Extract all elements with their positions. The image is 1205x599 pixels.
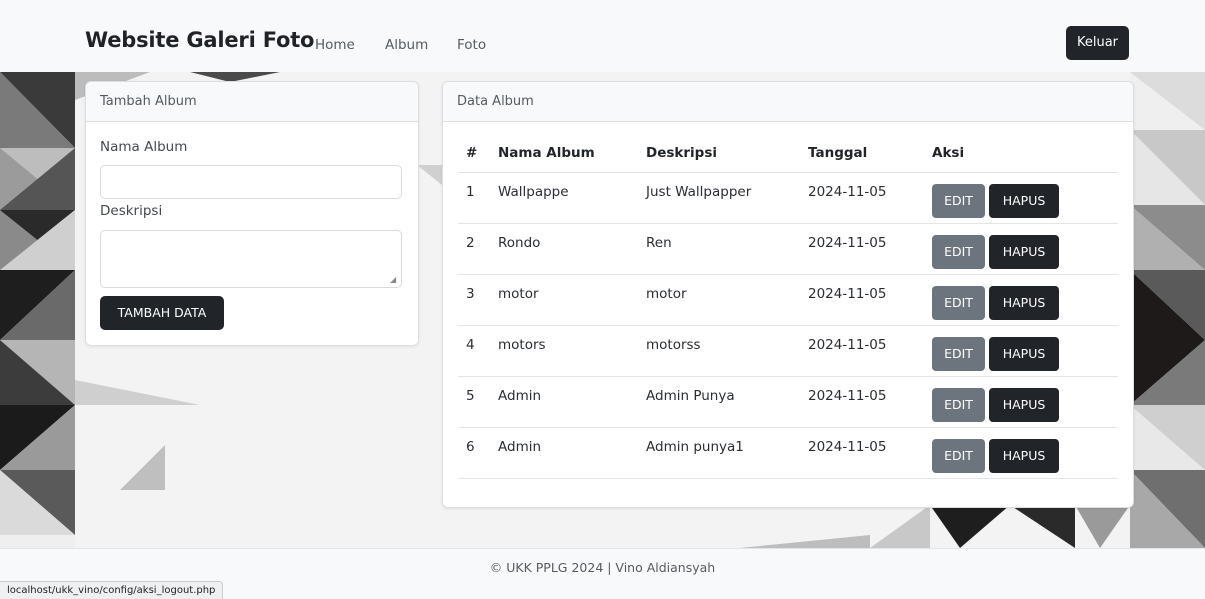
- column-header-description: Deskripsi: [638, 134, 800, 173]
- album-name-cell: Admin: [498, 439, 542, 455]
- album-description-cell: Admin punya1: [646, 439, 744, 455]
- row-number: 1: [466, 184, 475, 200]
- column-header-number: #: [458, 134, 490, 173]
- navbar: Website Galeri Foto Home Album Foto Kelu…: [0, 0, 1205, 72]
- row-number: 3: [466, 286, 475, 302]
- album-name-cell: Rondo: [498, 235, 541, 251]
- album-date-cell: 2024-11-05: [808, 235, 887, 251]
- album-description-cell: motor: [646, 286, 687, 302]
- column-header-date: Tanggal: [800, 134, 924, 173]
- nav-link-home[interactable]: Home: [315, 37, 355, 53]
- table-row: 3 motor motor 2024-11-05 EDIT HAPUS: [458, 274, 1118, 326]
- album-name-cell: Admin: [498, 388, 542, 404]
- edit-button[interactable]: EDIT: [932, 184, 985, 218]
- row-number: 6: [466, 439, 475, 455]
- album-date-cell: 2024-11-05: [808, 337, 887, 353]
- album-description-cell: motorss: [646, 337, 701, 353]
- table-row: 5 Admin Admin Punya 2024-11-05 EDIT HAPUS: [458, 376, 1118, 428]
- brand-title[interactable]: Website Galeri Foto: [85, 28, 314, 52]
- album-table: # Nama Album Deskripsi Tanggal Aksi 1 Wa…: [458, 134, 1118, 479]
- album-description-cell: Admin Punya: [646, 388, 735, 404]
- album-description-cell: Ren: [646, 235, 672, 251]
- album-data-card-header: Data Album: [443, 82, 1133, 122]
- delete-button[interactable]: HAPUS: [989, 388, 1059, 422]
- add-album-card-header: Tambah Album: [86, 82, 418, 122]
- nav-link-foto[interactable]: Foto: [457, 37, 486, 53]
- nav-link-album[interactable]: Album: [385, 37, 428, 53]
- delete-button[interactable]: HAPUS: [989, 235, 1059, 269]
- edit-button[interactable]: EDIT: [932, 439, 985, 473]
- album-name-label: Nama Album: [100, 139, 188, 155]
- description-label: Deskripsi: [100, 203, 163, 219]
- table-row: 6 Admin Admin punya1 2024-11-05 EDIT HAPU…: [458, 427, 1118, 479]
- row-number: 2: [466, 235, 475, 251]
- row-number: 5: [466, 388, 475, 404]
- row-number: 4: [466, 337, 475, 353]
- footer-copyright: © UKK PPLG 2024 | Vino Aldiansyah: [489, 560, 716, 575]
- album-name-input[interactable]: [100, 165, 402, 199]
- album-name-cell: motors: [498, 337, 546, 353]
- description-textarea[interactable]: ◢: [100, 230, 402, 288]
- album-date-cell: 2024-11-05: [808, 286, 887, 302]
- page: Website Galeri Foto Home Album Foto Kelu…: [0, 0, 1205, 599]
- table-row: 1 Wallpappe Just Wallpapper 2024-11-05 E…: [458, 172, 1118, 224]
- add-album-card: Tambah Album Nama Album Deskripsi ◢ TAMB…: [85, 81, 419, 346]
- album-description-cell: Just Wallpapper: [646, 184, 752, 200]
- resize-grip-icon[interactable]: ◢: [390, 276, 398, 284]
- album-date-cell: 2024-11-05: [808, 439, 887, 455]
- logout-button[interactable]: Keluar: [1066, 26, 1129, 60]
- edit-button[interactable]: EDIT: [932, 388, 985, 422]
- album-date-cell: 2024-11-05: [808, 184, 887, 200]
- delete-button[interactable]: HAPUS: [989, 337, 1059, 371]
- column-header-actions: Aksi: [924, 134, 1118, 173]
- album-name-cell: motor: [498, 286, 539, 302]
- delete-button[interactable]: HAPUS: [989, 439, 1059, 473]
- table-row: 2 Rondo Ren 2024-11-05 EDIT HAPUS: [458, 223, 1118, 275]
- edit-button[interactable]: EDIT: [932, 337, 985, 371]
- album-name-cell: Wallpappe: [498, 184, 569, 200]
- delete-button[interactable]: HAPUS: [989, 184, 1059, 218]
- table-row: 4 motors motorss 2024-11-05 EDIT HAPUS: [458, 325, 1118, 377]
- column-header-name: Nama Album: [490, 134, 638, 173]
- edit-button[interactable]: EDIT: [932, 235, 985, 269]
- table-header-row: # Nama Album Deskripsi Tanggal Aksi: [458, 134, 1118, 173]
- album-data-card: Data Album # Nama Album Deskripsi Tangga…: [442, 81, 1134, 508]
- delete-button[interactable]: HAPUS: [989, 286, 1059, 320]
- album-date-cell: 2024-11-05: [808, 388, 887, 404]
- add-data-button[interactable]: TAMBAH DATA: [100, 296, 224, 330]
- edit-button[interactable]: EDIT: [932, 286, 985, 320]
- browser-status-url: localhost/ukk_vino/config/aksi_logout.ph…: [0, 581, 224, 599]
